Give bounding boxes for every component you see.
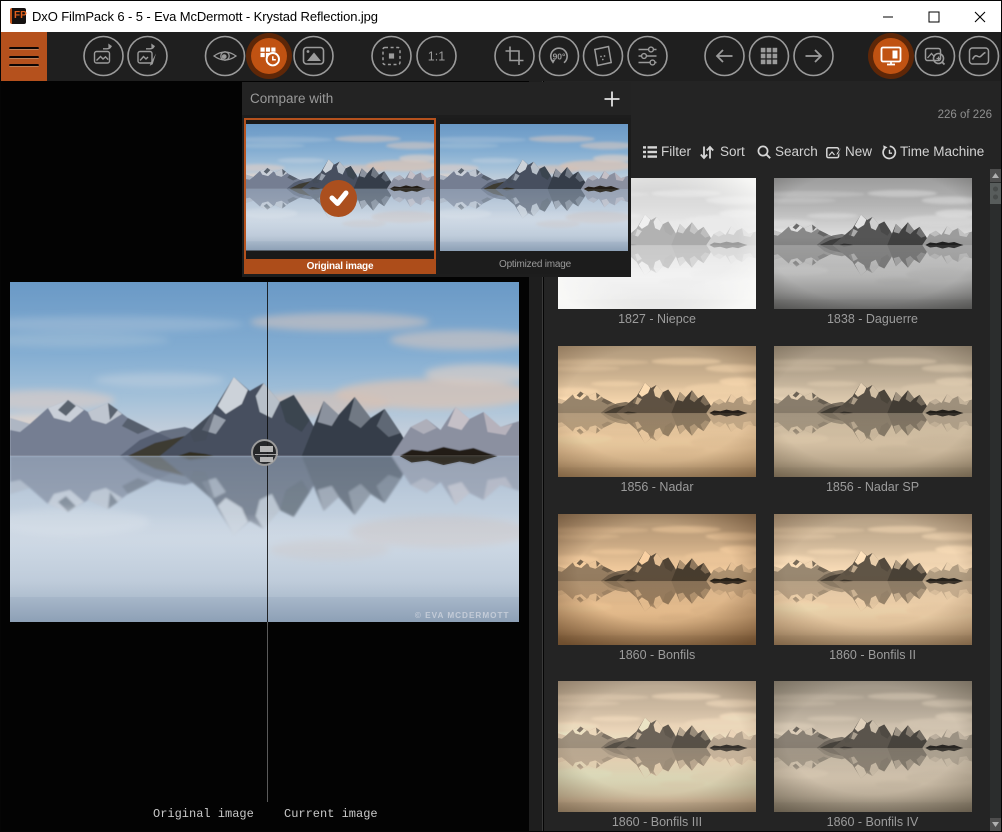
svg-text:© EVA MCDERMOTT: © EVA MCDERMOTT — [414, 611, 509, 620]
svg-text:90°: 90° — [553, 51, 566, 61]
svg-text:1:1: 1:1 — [428, 50, 445, 64]
